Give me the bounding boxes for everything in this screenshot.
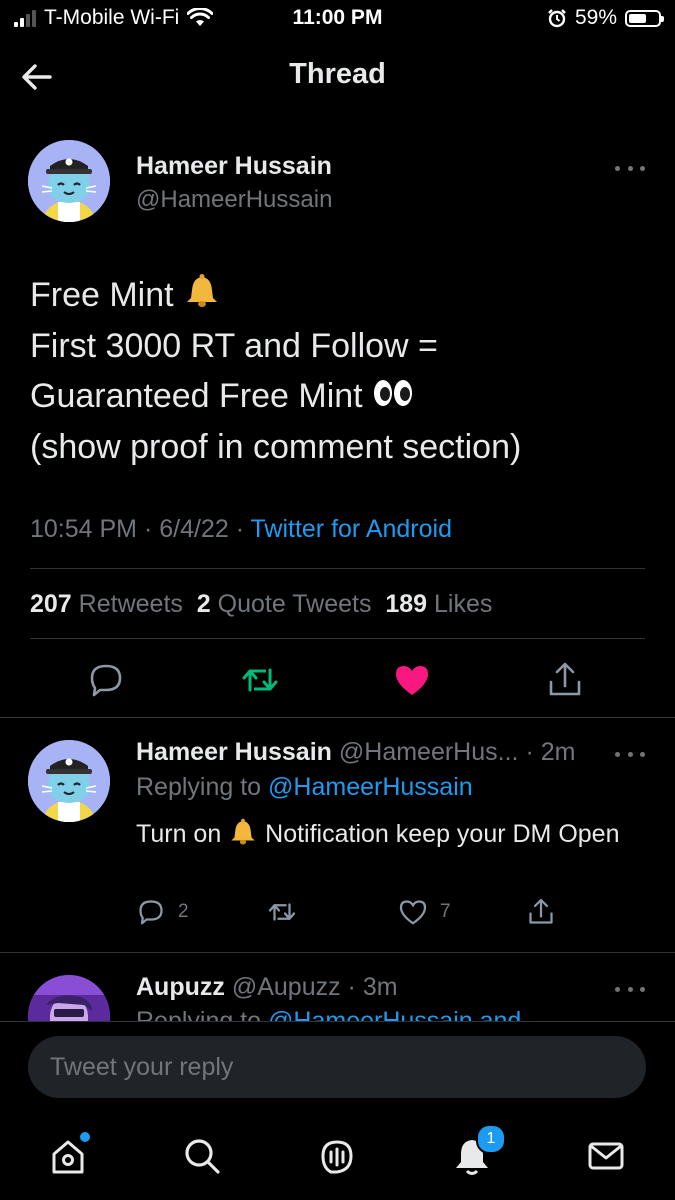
bell-emoji-icon: [231, 818, 255, 845]
cartoon-cat-avatar-icon: [28, 140, 110, 222]
reply-author-handle[interactable]: @Aupuzz: [232, 973, 341, 1001]
tweet-line-text: Free Mint: [30, 276, 174, 314]
tweet-line: (show proof in comment section): [30, 427, 522, 466]
reply-reply-button[interactable]: 2: [136, 897, 189, 927]
reply-time: · 3m: [347, 973, 398, 1001]
search-icon: [185, 1139, 220, 1174]
reply-retweet-button[interactable]: [266, 897, 310, 927]
tweet-text: Free Mint First 3000 RT and Follow = Gua…: [30, 270, 650, 472]
replying-to-label: Replying to: [136, 773, 262, 801]
author-handle[interactable]: @HameerHussain: [136, 186, 332, 214]
bottom-nav: 1: [0, 1116, 675, 1200]
reply-author-name[interactable]: Aupuzz: [136, 973, 225, 1001]
reply-tweet[interactable]: Hameer Hussain @HameerHus... · 2m Replyi…: [0, 722, 675, 952]
battery-percent: 59%: [574, 6, 617, 29]
nav-messages[interactable]: [584, 1134, 628, 1178]
retweet-icon[interactable]: [240, 660, 280, 700]
mention-link[interactable]: @HameerHussain: [268, 773, 473, 801]
like-count: 7: [440, 901, 451, 922]
reply-text-start: Turn on: [136, 820, 222, 848]
author-name[interactable]: Hameer Hussain: [136, 152, 332, 181]
share-icon[interactable]: [545, 660, 585, 700]
tweet-date: 6/4/22: [159, 515, 229, 543]
retweet-icon: [268, 903, 296, 921]
tweet-line: Guaranteed Free Mint: [30, 371, 650, 422]
divider: [30, 568, 645, 569]
tweet-actions: [0, 660, 675, 700]
avatar[interactable]: [28, 975, 110, 1021]
messages-icon: [588, 1142, 624, 1170]
retweets-stat[interactable]: 207 Retweets: [30, 590, 183, 618]
reply-icon: [139, 900, 163, 925]
reply-count: 2: [178, 901, 189, 922]
quotes-label: Quote Tweets: [217, 590, 372, 618]
replying-to: Replying to @HameerHussain: [136, 773, 473, 802]
avatar[interactable]: [28, 740, 110, 822]
quotes-count: 2: [196, 590, 211, 618]
replying-to: Replying to @HameerHussain and: [136, 1007, 521, 1021]
reply-composer: [0, 1021, 675, 1117]
tweet-line: First 3000 RT and Follow =: [30, 326, 438, 365]
reply-input[interactable]: [28, 1036, 646, 1098]
reply-like-button[interactable]: 7: [398, 897, 451, 927]
cartoon-cat-avatar-icon: [28, 740, 110, 822]
retweets-label: Retweets: [78, 590, 183, 618]
spaces-icon: [321, 1140, 353, 1174]
reply-text: Turn on Notification keep your DM Open: [136, 816, 626, 852]
thread-screen: T-Mobile Wi-Fi 11:00 PM 59% Thread Hamee…: [0, 0, 675, 1200]
more-options-icon[interactable]: [615, 981, 645, 997]
nav-spaces[interactable]: [315, 1134, 359, 1178]
reply-actions: 2 7: [136, 897, 616, 931]
battery-icon: [625, 9, 664, 27]
more-options-icon[interactable]: [615, 160, 645, 176]
retweets-count: 207: [30, 590, 72, 618]
likes-label: Likes: [434, 590, 493, 618]
reply-header: Hameer Hussain @HameerHus... · 2m: [136, 738, 575, 767]
tweet-meta: 10:54 PM · 6/4/22 · Twitter for Android: [30, 515, 452, 543]
nav-search[interactable]: [180, 1134, 224, 1178]
avatar[interactable]: [28, 140, 110, 222]
thread-header: Thread: [0, 40, 675, 112]
bell-emoji-icon: [187, 274, 218, 307]
likes-count: 189: [385, 590, 428, 618]
mention-link[interactable]: @HameerHussain and: [268, 1007, 521, 1021]
nav-notifications[interactable]: 1: [450, 1124, 506, 1178]
reply-text-end: Notification keep your DM Open: [265, 820, 620, 848]
divider: [0, 952, 675, 953]
quotes-stat[interactable]: 2 Quote Tweets: [197, 590, 372, 618]
like-icon: [399, 900, 427, 925]
tweet-line: Free Mint: [30, 270, 650, 321]
tweet-line-text: Guaranteed Free Mint: [30, 377, 363, 415]
tweet-stats: 207 Retweets 2 Quote Tweets 189 Likes: [30, 590, 492, 619]
tweet-time: 10:54 PM: [30, 515, 138, 543]
reply-icon[interactable]: [86, 660, 126, 700]
more-options-icon[interactable]: [615, 746, 645, 762]
reply-author-name[interactable]: Hameer Hussain: [136, 738, 332, 766]
divider: [30, 638, 645, 639]
status-bar: T-Mobile Wi-Fi 11:00 PM 59%: [0, 0, 675, 38]
likes-stat[interactable]: 189 Likes: [385, 590, 492, 618]
alarm-icon: [548, 9, 566, 28]
character-avatar-icon: [28, 975, 110, 1021]
share-icon: [529, 898, 553, 924]
reply-share-button[interactable]: [526, 897, 556, 927]
divider: [0, 717, 675, 718]
notification-badge: 1: [476, 1124, 506, 1154]
status-right: 59%: [547, 6, 664, 30]
tweet-source-link[interactable]: Twitter for Android: [251, 515, 452, 543]
reply-author-handle[interactable]: @HameerHus...: [339, 738, 519, 766]
like-icon[interactable]: [392, 660, 432, 700]
reply-time: · 2m: [525, 738, 576, 766]
home-update-dot: [80, 1132, 90, 1142]
page-title: Thread: [289, 58, 386, 90]
nav-home[interactable]: [46, 1132, 90, 1178]
reply-header: Aupuzz @Aupuzz · 3m: [136, 973, 398, 1002]
eyes-emoji-icon: [374, 380, 413, 406]
reply-tweet[interactable]: Aupuzz @Aupuzz · 3m Replying to @HameerH…: [0, 955, 675, 1021]
replying-to-label: Replying to: [136, 1007, 262, 1021]
